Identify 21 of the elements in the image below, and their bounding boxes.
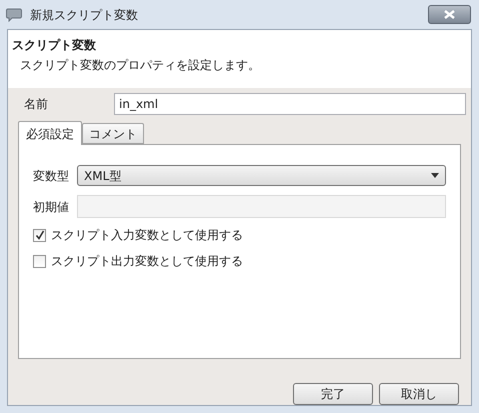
dialog-button[interactable]: 完了: [293, 383, 373, 405]
close-icon: [444, 10, 455, 19]
header-title: スクリプト変数: [12, 37, 97, 54]
header-description: スクリプト変数のプロパティを設定します。: [20, 57, 261, 74]
dialog-button[interactable]: 取消し: [379, 383, 459, 405]
name-field[interactable]: in_xml: [114, 93, 466, 115]
name-label: 名前: [24, 96, 49, 113]
type-dropdown[interactable]: XML型: [77, 165, 446, 186]
checkbox-label: スクリプト出力変数として使用する: [51, 253, 243, 270]
checkbox-label: スクリプト入力変数として使用する: [51, 227, 243, 244]
dropdown-arrow-icon: [431, 173, 439, 178]
initial-value-label: 初期値: [33, 198, 70, 216]
checkbox[interactable]: [33, 228, 46, 242]
type-label: 変数型: [33, 168, 70, 184]
tab[interactable]: コメント: [82, 123, 144, 144]
tab[interactable]: 必須設定: [18, 121, 82, 145]
checkmark-icon: [34, 230, 44, 240]
speech-bubble-icon: [6, 8, 22, 22]
checkbox[interactable]: [33, 254, 46, 268]
close-button[interactable]: [428, 5, 471, 24]
window-title: 新規スクリプト変数: [30, 6, 138, 24]
